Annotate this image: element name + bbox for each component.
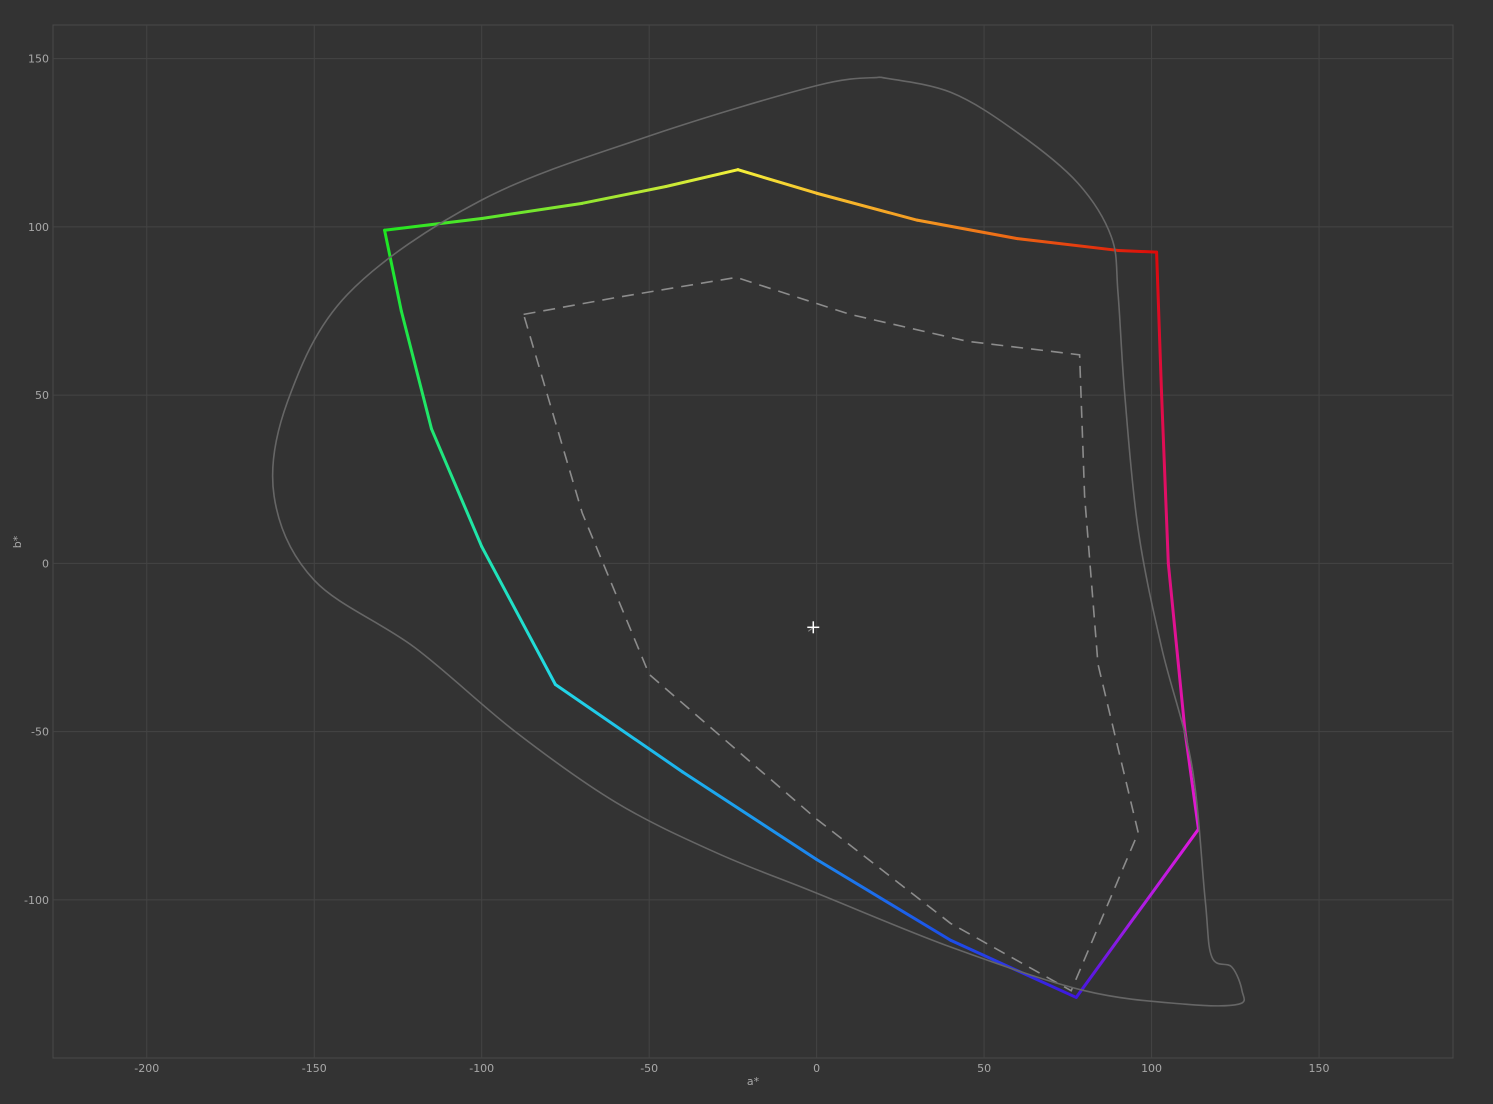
y-tick-label: -100 bbox=[24, 894, 49, 907]
x-axis-label: a* bbox=[747, 1075, 760, 1088]
y-tick-label: -50 bbox=[31, 726, 49, 739]
gamut-chart: -200 -150 -100 -50 0 50 100 150 -100 -50 0 50 100 15… bbox=[11, 24, 1454, 1088]
y-tick-label: 150 bbox=[28, 53, 49, 66]
gamut-outline-segment bbox=[1116, 248, 1159, 254]
x-tick-label: -50 bbox=[640, 1062, 658, 1075]
x-tick-label: 150 bbox=[1309, 1062, 1330, 1075]
y-tick-labels: -100 -50 0 50 100 150 bbox=[24, 53, 49, 907]
x-tick-label: -200 bbox=[134, 1062, 159, 1075]
x-tick-label: -150 bbox=[302, 1062, 327, 1075]
y-tick-label: 50 bbox=[35, 389, 49, 402]
x-tick-label: 100 bbox=[1141, 1062, 1162, 1075]
plot-area bbox=[52, 24, 1454, 1059]
y-tick-label: 100 bbox=[28, 221, 49, 234]
y-axis-label: b* bbox=[11, 535, 24, 548]
x-tick-labels: -200 -150 -100 -50 0 50 100 150 bbox=[134, 1062, 1329, 1075]
x-tick-label: -100 bbox=[469, 1062, 494, 1075]
x-tick-label: 50 bbox=[977, 1062, 991, 1075]
x-tick-label: 0 bbox=[813, 1062, 820, 1075]
y-tick-label: 0 bbox=[42, 557, 49, 570]
